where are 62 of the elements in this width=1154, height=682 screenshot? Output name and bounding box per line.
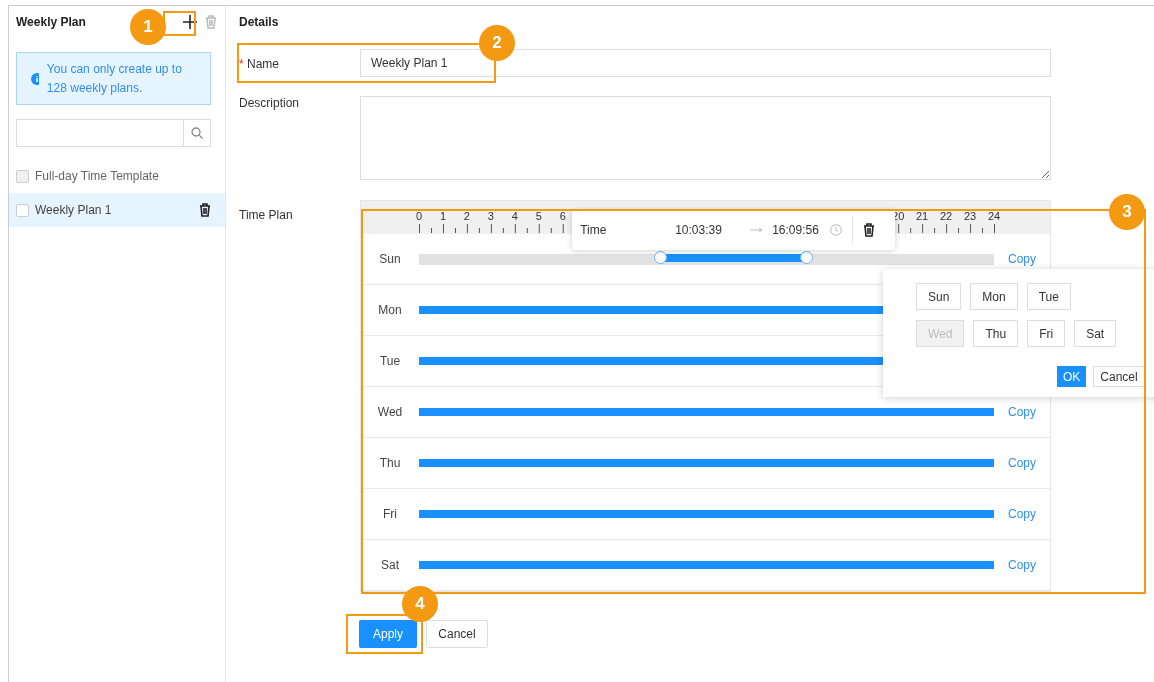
copy-link[interactable]: Copy [1008,558,1036,572]
hour-label: 1 [439,210,446,222]
add-button[interactable] [183,15,197,29]
trash-icon[interactable] [863,223,876,237]
plan-name: Weekly Plan 1 [35,203,112,217]
field-label: Name [247,57,280,71]
info-text: You can only create up to 128 weekly plans. [46,60,183,97]
copy-link[interactable]: Copy [1008,252,1036,266]
info-icon [31,72,39,85]
day-label: Sun [378,252,402,266]
hour-label: 6 [559,210,566,222]
plan-name: Full-day Time Template [35,169,159,183]
day-option[interactable]: Mon [970,283,1018,310]
hour-label: 3 [487,210,494,222]
copy-link[interactable]: Copy [1008,456,1036,470]
field-label: Time Plan [239,207,294,224]
delete-button[interactable] [205,15,217,29]
hour-label: 22 [939,210,953,222]
callout-badge: 3 [1109,194,1145,230]
callout-badge: 2 [479,25,515,61]
day-option[interactable]: Fri [1027,320,1066,347]
day-option[interactable]: Tue [1026,283,1071,310]
hour-label: 24 [987,210,1001,222]
day-option[interactable]: Sat [1074,320,1117,347]
hour-label: 21 [916,210,929,222]
sidebar-title: Weekly Plan [16,15,86,29]
tooltip-label: Time [580,223,608,237]
hour-label: 0 [415,210,423,222]
hour-label: 2 [463,210,470,222]
copy-link[interactable]: Copy [1008,507,1036,521]
callout-badge: 4 [402,586,438,622]
day-label: Thu [378,456,402,470]
cancel-button[interactable]: Cancel [1093,366,1145,387]
section-title: Details [239,15,279,29]
day-label: Mon [377,303,403,317]
day-option[interactable]: Sun [916,283,962,310]
search-icon [191,127,203,139]
day-label: Fri [382,507,398,521]
hour-label: 23 [963,210,977,222]
day-label: Tue [378,354,402,368]
plan-list-item[interactable]: Weekly Plan 1 [9,193,225,227]
description-input[interactable] [360,96,1051,180]
time-range-slider[interactable] [419,252,994,266]
hour-label: 5 [535,210,542,222]
cancel-button[interactable]: Cancel [426,620,488,648]
callout-badge: 1 [130,9,166,45]
day-option[interactable]: Thu [973,320,1019,347]
clock-icon [830,224,843,236]
search-field[interactable] [16,119,211,147]
hour-label: 4 [511,210,518,222]
name-input[interactable]: Weekly Plan 1 [360,49,1051,77]
day-label: Wed [376,405,404,419]
start-time[interactable]: 10:03:39 [675,223,751,237]
plus-icon [183,15,197,29]
arrow-icon [750,227,765,233]
required-mark: * [239,57,244,71]
field-label: Description [239,95,301,112]
end-time[interactable]: 16:09:56 [772,223,831,237]
day-label: Sat [380,558,400,572]
trash-icon[interactable] [199,203,211,217]
checkbox[interactable] [16,203,29,217]
copy-link[interactable]: Copy [1008,405,1036,419]
